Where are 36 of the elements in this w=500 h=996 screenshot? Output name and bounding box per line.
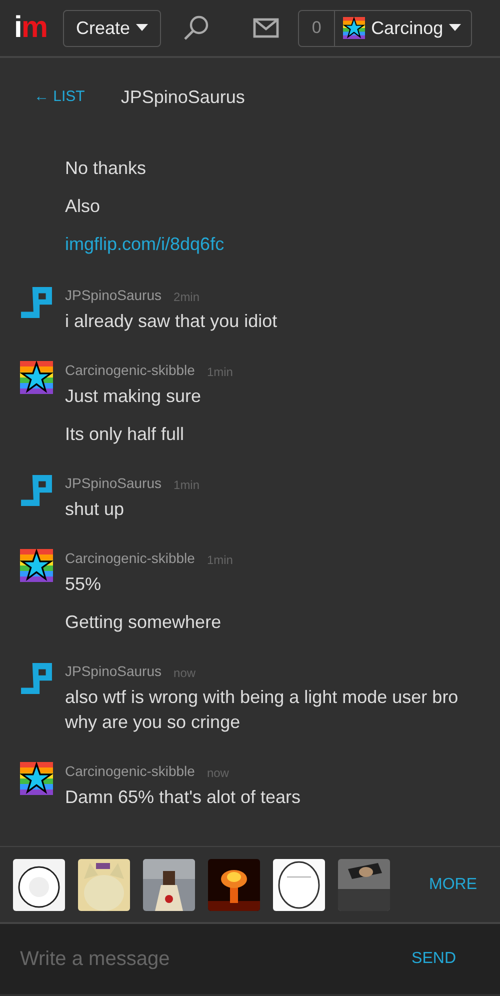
back-link[interactable]: ← LIST bbox=[34, 86, 85, 108]
send-button[interactable]: SEND bbox=[406, 946, 462, 972]
caret-icon bbox=[136, 24, 148, 32]
message-text: 55% bbox=[65, 573, 102, 596]
caret-icon bbox=[449, 24, 462, 32]
username: Carcinogenic-skibble bbox=[65, 549, 195, 568]
avatar-icon bbox=[20, 286, 53, 319]
more-button[interactable]: MORE bbox=[423, 872, 483, 898]
username: JPSpinoSaurus bbox=[65, 662, 162, 681]
avatar-icon bbox=[20, 361, 53, 394]
search-icon[interactable] bbox=[183, 15, 210, 41]
message-text: Just making sure bbox=[65, 385, 202, 408]
message-text: Damn 65% that's alot of tears bbox=[65, 786, 302, 809]
avatar-icon bbox=[20, 549, 53, 582]
chat-title: JPSpinoSaurus bbox=[120, 86, 245, 109]
avatar-icon bbox=[20, 474, 53, 507]
message-text: i already saw that you idiot bbox=[65, 310, 278, 333]
message-text: Also bbox=[65, 195, 102, 218]
logo[interactable]: im bbox=[14, 13, 48, 43]
username: Carcinogenic-skibble bbox=[65, 361, 195, 380]
avatar-icon bbox=[343, 17, 366, 39]
message-text: also wtf is wrong with being a light mode user bro why are you so cringe bbox=[65, 686, 460, 734]
username: JPSpinoSaurus bbox=[65, 474, 162, 493]
username: Carcinogenic-skibble bbox=[65, 762, 195, 781]
notification-count[interactable]: 0 bbox=[298, 10, 336, 46]
message-text: No thanks bbox=[65, 157, 148, 180]
mail-icon[interactable] bbox=[253, 18, 280, 38]
avatar-icon bbox=[20, 662, 53, 695]
avatar-icon bbox=[20, 762, 53, 795]
username: JPSpinoSaurus bbox=[65, 286, 162, 305]
message-link[interactable]: imgflip.com/i/8dq6fc bbox=[65, 234, 224, 254]
message-text: Getting somewhere bbox=[65, 611, 222, 634]
message-text: shut up bbox=[65, 498, 126, 521]
create-button[interactable]: Create bbox=[63, 10, 162, 46]
message-text: Its only half full bbox=[65, 423, 186, 446]
user-menu[interactable]: Carcinog bbox=[335, 10, 472, 46]
